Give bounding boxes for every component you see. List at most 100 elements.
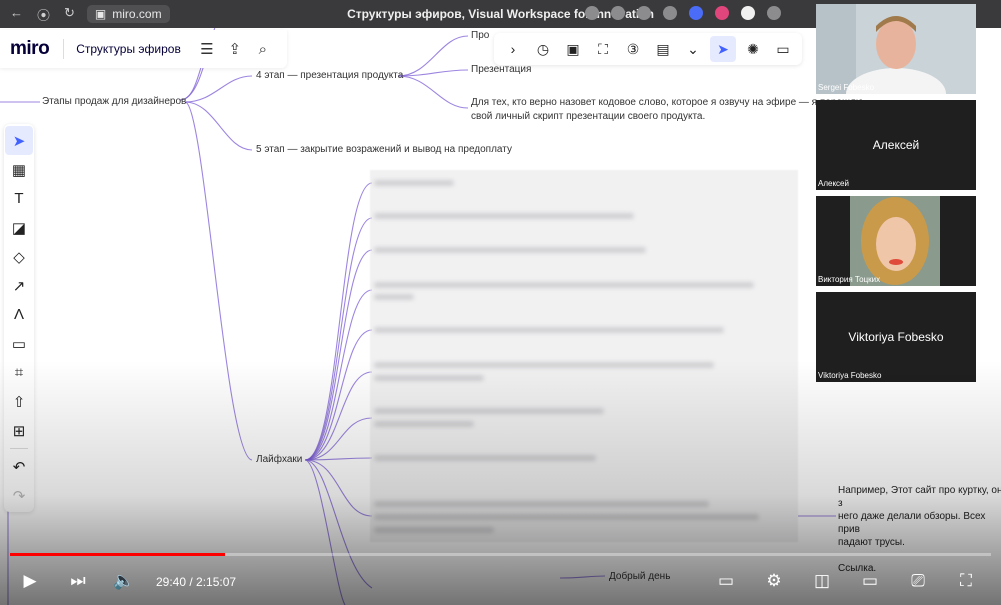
more-chevron-icon[interactable]: ⌄	[680, 36, 706, 62]
blurred-line	[374, 527, 494, 533]
shield-icon[interactable]: ⦿	[37, 5, 50, 24]
text-icon[interactable]: T	[5, 184, 33, 213]
extension-icon[interactable]	[637, 6, 651, 20]
reload-icon[interactable]: ↻	[64, 5, 75, 24]
browser-nav: ← ⦿ ↻	[0, 5, 75, 24]
duration: 2:15:07	[196, 575, 237, 589]
blurred-content-panel	[370, 170, 798, 542]
theater-mode-icon[interactable]: ▭	[856, 568, 884, 594]
extension-icon[interactable]	[689, 6, 703, 20]
address-bar[interactable]: ▣ miro.com	[86, 5, 170, 23]
screen-share-icon[interactable]: ⛶	[590, 36, 616, 62]
participant-tile[interactable]: Viktoriya Fobesko Viktoriya Fobesko	[816, 292, 976, 382]
miniplayer-icon[interactable]: ◫	[808, 568, 836, 594]
templates-icon[interactable]: ▦	[5, 155, 33, 184]
notes-icon[interactable]: ▤	[650, 36, 676, 62]
blurred-line	[374, 408, 604, 414]
share-export-icon[interactable]: ⇪	[221, 35, 249, 63]
mindmap-child-node[interactable]: Для тех, кто верно назовет кодовое слово…	[471, 97, 863, 108]
branch-line	[304, 371, 373, 461]
tool-rail: ➤ ▦ T ◪ ◇ ↗ Λ ▭ ⌗ ⇧ ⊞ ↶ ↷	[4, 124, 34, 512]
comments-icon[interactable]: ▭	[770, 36, 796, 62]
blurred-line	[374, 247, 646, 253]
mindmap-stage5-node[interactable]: 5 этап — закрытие возражений и вывод на …	[256, 144, 512, 155]
select-cursor-icon[interactable]: ➤	[5, 126, 33, 155]
note-line: Например, Этот сайт про куртку, он з	[838, 485, 1001, 509]
time-display: 29:40 / 2:15:07	[156, 575, 236, 589]
branch-line	[184, 75, 253, 103]
current-time: 29:40	[156, 575, 187, 589]
fullscreen-icon[interactable]: ⛶	[952, 568, 980, 594]
blurred-line	[374, 294, 414, 300]
upload-icon[interactable]: ⇧	[5, 387, 33, 416]
subtitles-icon[interactable]: ▭	[712, 568, 740, 594]
branch-line	[304, 459, 373, 517]
collaboration-toolbar: › ◷ ▣ ⛶ ③ ▤ ⌄ ➤ ✺ ▭	[494, 33, 802, 65]
frame-icon[interactable]: ⌗	[5, 358, 33, 387]
mindmap-root-node[interactable]: Этапы продаж для дизайнеров	[42, 96, 186, 107]
settings-gear-icon[interactable]: ⚙	[760, 568, 788, 594]
shapes-icon[interactable]: ◇	[5, 242, 33, 271]
miro-logo[interactable]: miro	[0, 38, 63, 60]
board-name[interactable]: Структуры эфиров	[63, 39, 193, 59]
participant-name: Viktoriya Fobesko	[818, 371, 882, 380]
extension-icon[interactable]	[767, 6, 781, 20]
blurred-line	[374, 362, 714, 368]
extension-icon[interactable]	[611, 6, 625, 20]
blurred-line	[374, 375, 484, 381]
comment-icon[interactable]: ▭	[5, 329, 33, 358]
mindmap-lifehacks-node[interactable]: Лайфхаки	[256, 454, 302, 465]
reactions-icon[interactable]: ✺	[740, 36, 766, 62]
participant-video	[816, 196, 976, 286]
redo-icon[interactable]: ↷	[5, 481, 33, 510]
extension-icon[interactable]	[741, 6, 755, 20]
chevron-right-icon[interactable]: ›	[500, 36, 526, 62]
timer-icon[interactable]: ◷	[530, 36, 556, 62]
play-icon[interactable]: ▶	[16, 568, 44, 594]
cast-icon[interactable]: ⎚	[904, 568, 932, 594]
participant-tile[interactable]: Sergei Fobesko	[816, 4, 976, 120]
bookmark-icon[interactable]	[663, 6, 677, 20]
participant-video	[816, 4, 976, 120]
mindmap-stage4-node[interactable]: 4 этап — презентация продукта	[256, 70, 403, 81]
next-icon[interactable]: ⏭	[64, 568, 92, 594]
add-apps-icon[interactable]: ⊞	[5, 416, 33, 445]
branch-line	[184, 101, 253, 461]
extension-icon[interactable]	[585, 6, 599, 20]
extension-icons	[585, 6, 781, 20]
lock-icon: ▣	[94, 7, 107, 21]
note-line: падают трусы.	[838, 537, 905, 548]
number-3-icon[interactable]: ③	[620, 36, 646, 62]
blurred-line	[374, 514, 759, 520]
branch-line	[184, 101, 253, 151]
time-separator: /	[186, 575, 197, 589]
progress-bar[interactable]	[10, 553, 991, 556]
blurred-line	[374, 421, 474, 427]
voting-icon[interactable]: ▣	[560, 36, 586, 62]
pen-icon[interactable]: Λ	[5, 300, 33, 329]
participant-display-name: Viktoriya Fobesko	[848, 330, 944, 344]
back-icon[interactable]: ←	[10, 5, 23, 24]
volume-icon[interactable]: 🔈	[110, 568, 138, 594]
cursor-follow-icon[interactable]: ➤	[710, 36, 736, 62]
participant-name: Алексей	[818, 179, 849, 188]
progress-played	[10, 553, 225, 556]
line-arrow-icon[interactable]: ↗	[5, 271, 33, 300]
mindmap-child-node[interactable]: Про	[471, 30, 489, 41]
menu-icon[interactable]: ☰	[193, 35, 221, 63]
branch-line	[397, 75, 469, 109]
blurred-line	[374, 282, 754, 288]
extension-icon[interactable]	[715, 6, 729, 20]
mindmap-child-node[interactable]: свой личный скрипт презентации своего пр…	[471, 111, 705, 122]
participant-name: Виктория Тоцких	[818, 275, 881, 284]
undo-icon[interactable]: ↶	[5, 452, 33, 481]
address-text: miro.com	[112, 7, 162, 21]
sticky-note-icon[interactable]: ◪	[5, 213, 33, 242]
branch-line	[304, 217, 373, 461]
participant-tile[interactable]: Виктория Тоцких	[816, 196, 976, 286]
blurred-line	[374, 180, 454, 186]
search-icon[interactable]: ⌕	[249, 35, 277, 63]
participant-name: Sergei Fobesko	[818, 83, 875, 92]
participant-tile[interactable]: Алексей Алексей	[816, 100, 976, 190]
mindmap-child-node[interactable]: Презентация	[471, 64, 531, 75]
